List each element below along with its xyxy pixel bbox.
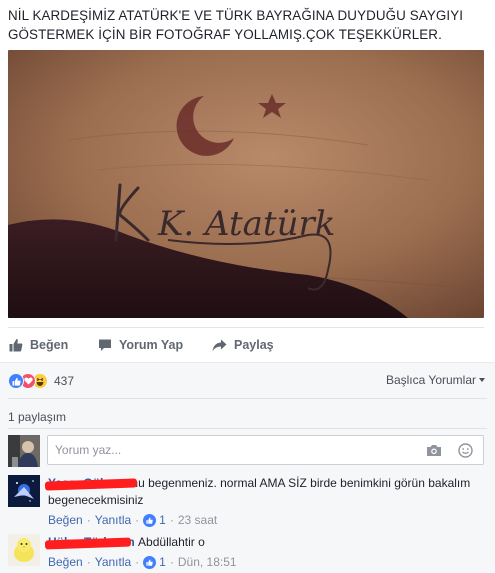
comment-button[interactable]: Yorum Yap [98, 336, 183, 354]
reactions-summary[interactable]: 437 [8, 372, 74, 390]
comment-like-count[interactable]: 1 [159, 554, 166, 571]
comment-input-placeholder: Yorum yaz... [55, 443, 122, 457]
actions-divider [8, 327, 484, 328]
comment-text: Abdüllahtir o [138, 535, 205, 549]
comment-label: Yorum Yap [119, 338, 184, 352]
thumbs-up-icon [9, 339, 23, 352]
share-count-link[interactable]: 1 paylaşım [8, 410, 66, 424]
redaction-mark [44, 478, 138, 491]
caret-down-icon [479, 378, 485, 382]
comment-meta: Beğen · Yanıtla · 1 · Dün, 18:51 [48, 554, 237, 571]
like-icon [8, 373, 24, 389]
comment-author-link[interactable]: Yaşar Gülser [44, 476, 138, 491]
comment-item: Yaşar Gülser onu begenmeniz. normal AMA … [8, 475, 488, 527]
comment-like-link[interactable]: Beğen [48, 554, 83, 571]
comment-bubble-icon [99, 339, 111, 351]
feedback-divider [8, 398, 487, 399]
commenter-avatar[interactable] [8, 475, 40, 507]
comment-meta: Beğen · Yanıtla · 1 · 23 saat [48, 512, 218, 529]
share-button[interactable]: Paylaş [212, 336, 274, 354]
emoji-icon[interactable] [458, 442, 473, 458]
shares-divider [8, 428, 487, 429]
comment-body: Hülya Türkmen Abdüllahtir o Beğen · Yanı… [44, 534, 488, 571]
like-count-icon [143, 514, 157, 527]
comment-like-link[interactable]: Beğen [48, 512, 83, 529]
signature-text: K. Atatürk [157, 204, 335, 244]
comment-like-count[interactable]: 1 [159, 512, 166, 529]
reaction-count: 437 [54, 374, 75, 388]
feedback-section: 437 Başlıca Yorumlar 1 paylaşım Yorum ya… [0, 362, 495, 573]
post-photo[interactable]: K. Atatürk [8, 50, 484, 318]
tattoo-photo-image: K. Atatürk [8, 50, 484, 318]
comment-time[interactable]: 23 saat [178, 512, 217, 529]
share-label: Paylaş [234, 338, 274, 352]
comment-item: Hülya Türkmen Abdüllahtir o Beğen · Yanı… [8, 534, 488, 570]
commenter-avatar[interactable] [8, 534, 40, 566]
comment-author-link[interactable]: Hülya Türkmen [44, 535, 138, 550]
comment-reply-link[interactable]: Yanıtla [95, 554, 131, 571]
camera-icon[interactable] [426, 444, 442, 457]
comment-input[interactable]: Yorum yaz... [47, 435, 484, 465]
sort-label: Başlıca Yorumlar [385, 373, 476, 387]
post-text: NİL KARDEŞİMİZ ATATÜRK'E VE TÜRK BAYRAĞI… [8, 8, 464, 42]
like-count-icon [143, 556, 157, 569]
share-arrow-icon [212, 339, 227, 351]
comment-sort-dropdown[interactable]: Başlıca Yorumlar [386, 373, 485, 387]
current-user-avatar [8, 435, 40, 467]
comment-body: Yaşar Gülser onu begenmeniz. normal AMA … [44, 475, 488, 529]
like-label: Beğen [30, 338, 69, 352]
comment-reply-link[interactable]: Yanıtla [95, 512, 131, 529]
like-button[interactable]: Beğen [9, 336, 68, 354]
comment-time[interactable]: Dün, 18:51 [178, 554, 237, 571]
